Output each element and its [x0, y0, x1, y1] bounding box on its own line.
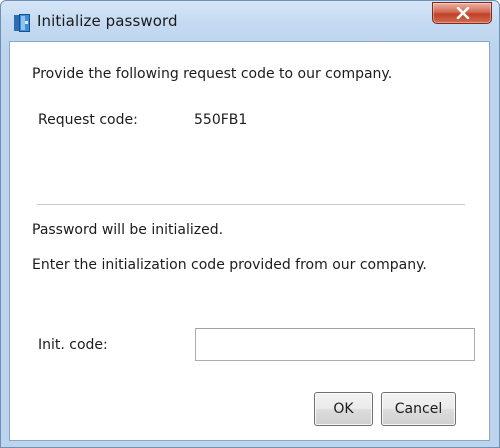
- init-code-input[interactable]: [195, 328, 475, 361]
- window-title: Initialize password: [37, 12, 178, 30]
- init-code-label: Init. code:: [38, 337, 108, 353]
- request-code-label: Request code:: [38, 112, 138, 128]
- request-instruction-text: Provide the following request code to ou…: [32, 66, 393, 82]
- dialog-window: Initialize password Provide the followin…: [0, 0, 500, 448]
- ok-button[interactable]: OK: [314, 392, 373, 426]
- init-code-instruction-text: Enter the initialization code provided f…: [32, 257, 427, 273]
- section-divider: [37, 204, 465, 206]
- close-button[interactable]: [432, 2, 492, 24]
- dialog-content: Provide the following request code to ou…: [9, 41, 490, 441]
- password-init-notice: Password will be initialized.: [32, 222, 224, 238]
- title-bar[interactable]: Initialize password: [1, 1, 499, 41]
- request-code-value: 550FB1: [194, 112, 248, 128]
- cancel-button[interactable]: Cancel: [381, 392, 456, 426]
- app-icon: [14, 14, 30, 32]
- close-icon: [456, 7, 470, 19]
